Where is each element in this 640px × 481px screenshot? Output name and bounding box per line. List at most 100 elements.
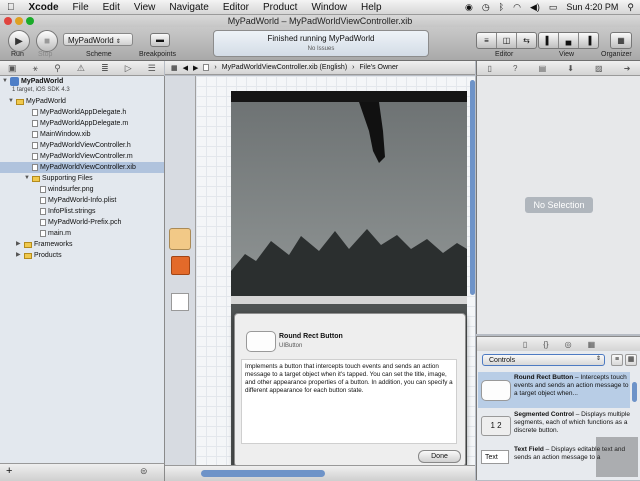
- menu-file[interactable]: File: [66, 2, 96, 13]
- disclosure-closed-icon[interactable]: ▶: [16, 250, 22, 261]
- list-item[interactable]: MainWindow.xib: [32, 129, 91, 140]
- library-category-popup[interactable]: Controls: [482, 354, 605, 366]
- run-label: Run: [11, 51, 24, 58]
- timemachine-icon[interactable]: ◷: [482, 2, 490, 13]
- menu-xcode[interactable]: Xcode: [22, 2, 66, 13]
- add-icon[interactable]: +: [6, 465, 12, 477]
- menu-help[interactable]: Help: [354, 2, 389, 13]
- stop-button[interactable]: ■: [36, 30, 58, 52]
- attributes-inspector-icon[interactable]: ⬇: [567, 64, 574, 73]
- list-item-label: MyPadWorldViewController.h: [40, 142, 131, 149]
- project-navigator-icon[interactable]: ▣: [8, 63, 17, 74]
- standard-editor-icon[interactable]: ≡: [477, 33, 497, 48]
- done-button[interactable]: Done: [418, 450, 461, 463]
- editor-bottom-bar: [165, 465, 475, 481]
- menu-product[interactable]: Product: [256, 2, 304, 13]
- status-app-icon[interactable]: ◉: [465, 2, 473, 13]
- editor-label: Editor: [495, 51, 514, 58]
- file-inspector-icon[interactable]: ▯: [488, 64, 492, 73]
- grid-view-button[interactable]: ▦: [625, 354, 637, 366]
- list-item[interactable]: ▼ Supporting Files: [24, 173, 93, 184]
- bluetooth-icon[interactable]: ᛒ: [499, 2, 504, 12]
- search-navigator-icon[interactable]: ⚲: [54, 63, 61, 74]
- disclosure-open-icon[interactable]: ▼: [2, 76, 8, 87]
- issue-navigator-icon[interactable]: ⚠: [77, 63, 85, 74]
- list-item[interactable]: MyPadWorldViewController.h: [32, 140, 131, 151]
- files-owner-icon[interactable]: [169, 228, 191, 250]
- jump-bar-owner[interactable]: File's Owner: [360, 64, 399, 71]
- size-inspector-icon[interactable]: ▨: [595, 64, 603, 73]
- list-item[interactable]: InfoPlist.strings: [40, 206, 95, 217]
- utilities-toggle-icon[interactable]: ▐: [579, 33, 598, 48]
- menu-view[interactable]: View: [127, 2, 163, 13]
- menu-navigate[interactable]: Navigate: [162, 2, 215, 13]
- list-item[interactable]: windsurfer.png: [40, 184, 94, 195]
- view-object-icon[interactable]: [171, 293, 189, 311]
- list-item[interactable]: MyPadWorldAppDelegate.h: [32, 107, 126, 118]
- list-item[interactable]: MyPadWorldAppDelegate.m: [32, 118, 128, 129]
- log-navigator-icon[interactable]: ☰: [148, 63, 156, 74]
- apple-menu-icon[interactable]: : [0, 2, 22, 13]
- library-selector-bar: ▯ {} ◎ ▦: [476, 336, 640, 352]
- watermark-grid-icon: [596, 437, 638, 477]
- connections-inspector-icon[interactable]: ➜: [624, 64, 631, 73]
- library-scrollbar[interactable]: [632, 382, 637, 402]
- organizer-label: Organizer: [601, 51, 632, 58]
- vertical-scrollbar[interactable]: [470, 80, 475, 295]
- version-editor-icon[interactable]: ⇆: [517, 33, 536, 48]
- debug-navigator-icon[interactable]: ≣: [101, 63, 109, 74]
- filter-icon[interactable]: ⊜: [140, 466, 148, 477]
- debug-toggle-icon[interactable]: ▄: [559, 33, 579, 48]
- object-library-icon[interactable]: ◎: [565, 340, 572, 349]
- menu-edit[interactable]: Edit: [96, 2, 127, 13]
- help-inspector-icon[interactable]: ?: [513, 64, 517, 73]
- wifi-icon[interactable]: ◠: [513, 2, 521, 13]
- breakpoint-navigator-icon[interactable]: ▷: [125, 63, 132, 74]
- list-item[interactable]: MyPadWorld-Prefix.pch: [40, 217, 121, 228]
- library-item-selected[interactable]: Round Rect Button – Intercepts touch eve…: [478, 372, 630, 408]
- list-item[interactable]: MyPadWorldViewController.m: [32, 151, 133, 162]
- back-icon[interactable]: ◀: [183, 64, 188, 72]
- assistant-editor-icon[interactable]: ◫: [497, 33, 517, 48]
- menu-clock[interactable]: Sun 4:20 PM: [566, 2, 618, 12]
- list-item-selected[interactable]: MyPadWorldViewController.xib: [0, 162, 164, 173]
- zoom-window-icon[interactable]: [26, 17, 34, 25]
- chevron-right-icon: ›: [352, 64, 355, 71]
- spotlight-icon[interactable]: ⚲: [627, 2, 634, 13]
- horizontal-scrollbar[interactable]: [201, 470, 325, 477]
- forward-icon[interactable]: ▶: [193, 64, 198, 72]
- disclosure-open-icon[interactable]: ▼: [8, 96, 14, 107]
- activity-issues[interactable]: No Issues: [214, 46, 428, 52]
- battery-icon[interactable]: ▭: [549, 2, 558, 13]
- media-library-icon[interactable]: ▦: [588, 340, 596, 349]
- related-items-icon[interactable]: ▦: [171, 64, 178, 72]
- list-item-label: MyPadWorldViewController.xib: [40, 164, 136, 171]
- identity-inspector-icon[interactable]: ▤: [539, 64, 547, 73]
- list-view-button[interactable]: ≡: [611, 354, 623, 366]
- symbol-navigator-icon[interactable]: ⚹: [33, 63, 38, 74]
- breakpoints-button[interactable]: ▬: [150, 33, 170, 47]
- jump-bar-file[interactable]: MyPadWorldViewController.xib (English): [222, 64, 347, 71]
- list-item[interactable]: ▶ Frameworks: [16, 239, 73, 250]
- file-template-library-icon[interactable]: ▯: [523, 340, 527, 349]
- disclosure-closed-icon[interactable]: ▶: [16, 239, 22, 250]
- code-snippet-library-icon[interactable]: {}: [543, 340, 548, 349]
- list-item[interactable]: ▼ MyPadWorld: [8, 96, 66, 107]
- list-item[interactable]: ▶ Products: [16, 250, 62, 261]
- navigator-toggle-icon[interactable]: ▌: [539, 33, 559, 48]
- first-responder-icon[interactable]: [171, 256, 190, 275]
- close-window-icon[interactable]: [4, 17, 12, 25]
- menu-editor[interactable]: Editor: [216, 2, 256, 13]
- disclosure-open-icon[interactable]: ▼: [24, 173, 30, 184]
- organizer-icon: ▦: [617, 36, 625, 45]
- list-item[interactable]: main.m: [40, 228, 71, 239]
- volume-icon[interactable]: ◀): [530, 2, 540, 13]
- menu-window[interactable]: Window: [304, 2, 354, 13]
- scheme-popup[interactable]: MyPadWorld ⇕: [63, 33, 133, 46]
- list-item[interactable]: MyPadWorld-Info.plist: [40, 195, 116, 206]
- list-icon: ≡: [614, 356, 620, 363]
- navigator-selector-bar: ▣ ⚹ ⚲ ⚠ ≣ ▷ ☰: [0, 61, 164, 76]
- organizer-button[interactable]: ▦: [610, 32, 632, 49]
- run-button[interactable]: ▶: [8, 30, 30, 52]
- minimize-window-icon[interactable]: [15, 17, 23, 25]
